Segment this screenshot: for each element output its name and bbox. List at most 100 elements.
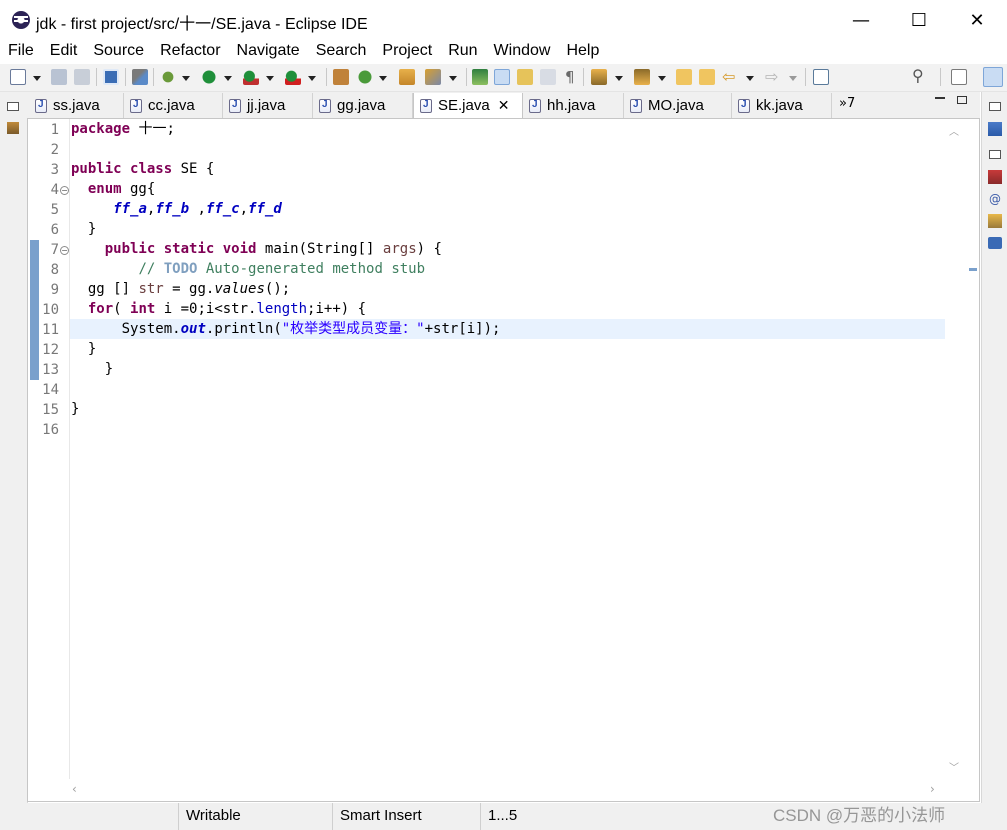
eclipse-logo-icon [12, 11, 30, 29]
forward-history-icon[interactable] [699, 69, 715, 85]
line-number: 4 [50, 182, 59, 198]
new-java-class-dropdown-icon[interactable] [379, 76, 387, 81]
scroll-up-icon[interactable]: ︿ [949, 123, 959, 138]
open-perspective-icon[interactable] [951, 69, 967, 85]
restore-icon[interactable] [989, 102, 1001, 111]
back-dropdown-icon[interactable] [746, 76, 754, 81]
tab-overflow-button[interactable]: »7 [839, 96, 855, 111]
maximize-button[interactable]: ☐ [890, 0, 948, 40]
previous-edit-location-icon[interactable] [634, 69, 650, 85]
tab-kk-java[interactable]: kk.java [732, 93, 832, 118]
debug-dropdown-icon[interactable] [182, 76, 190, 81]
next-edit-dropdown-icon[interactable] [615, 76, 623, 81]
code-editor[interactable]: package 十一; public class SE { enum gg{ f… [70, 119, 945, 779]
cursor-position-status: 1...5 [480, 803, 560, 830]
save-icon[interactable] [51, 69, 67, 85]
tab-label: hh.java [547, 97, 596, 114]
back-arrow-icon[interactable]: ⇦ [722, 67, 735, 86]
toolbar-separator [125, 68, 126, 86]
menu-search[interactable]: Search [308, 40, 375, 64]
tab-ss-java[interactable]: ss.java [29, 93, 124, 118]
menu-refactor[interactable]: Refactor [152, 40, 228, 64]
next-edit-location-icon[interactable] [591, 69, 607, 85]
restore-icon[interactable] [7, 102, 19, 111]
maximize-editor-icon[interactable] [957, 96, 967, 104]
tab-mo-java[interactable]: MO.java [624, 93, 732, 118]
code-line-7: public static void main(String[] args) { [104, 241, 442, 257]
scroll-right-icon[interactable]: › [930, 782, 935, 796]
tab-cc-java[interactable]: cc.java [124, 93, 223, 118]
menu-window[interactable]: Window [486, 40, 559, 64]
fold-collapse-icon[interactable]: − [60, 246, 69, 255]
line-number: 16 [42, 422, 59, 438]
menu-help[interactable]: Help [558, 40, 607, 64]
search-tools-icon[interactable] [425, 69, 441, 85]
new-dropdown-icon[interactable] [33, 76, 41, 81]
toggle-mark-occurrences-icon[interactable] [494, 69, 510, 85]
new-java-class-icon[interactable] [357, 69, 373, 85]
tab-se-java[interactable]: SE.java ✕ [413, 93, 523, 118]
pin-editor-icon[interactable] [813, 69, 829, 85]
open-type-icon[interactable] [399, 69, 415, 85]
coverage-dropdown-icon[interactable] [266, 76, 274, 81]
declaration-icon[interactable] [988, 214, 1002, 228]
search-tools-dropdown-icon[interactable] [449, 76, 457, 81]
menu-source[interactable]: Source [85, 40, 152, 64]
search-icon[interactable]: ⚲ [912, 66, 924, 85]
terminal-icon[interactable] [103, 69, 119, 85]
code-line-4: enum gg{ [87, 181, 156, 197]
fold-collapse-icon[interactable]: − [60, 186, 69, 195]
line-number: 13 [42, 362, 59, 378]
menu-file[interactable]: File [0, 40, 42, 64]
run-dropdown-icon[interactable] [224, 76, 232, 81]
last-edit-location-icon[interactable] [676, 69, 692, 85]
toggle-word-wrap-icon[interactable] [517, 69, 533, 85]
javadoc-icon[interactable]: @ [989, 192, 1001, 206]
debug-icon[interactable] [160, 69, 176, 85]
window-title: jdk - first project/src/十一/SE.java - Ecl… [36, 16, 368, 33]
tab-jj-java[interactable]: jj.java [223, 93, 313, 118]
java-perspective-icon[interactable] [983, 67, 1003, 87]
menu-navigate[interactable]: Navigate [229, 40, 308, 64]
toolbar-separator [153, 68, 154, 86]
close-button[interactable]: ✕ [948, 0, 1006, 40]
console-icon[interactable] [988, 237, 1002, 249]
annotation-ruler [28, 119, 40, 779]
show-whitespace-icon[interactable]: ¶ [565, 68, 575, 86]
minimize-button[interactable]: — [832, 0, 890, 40]
skip-breakpoints-icon[interactable] [132, 69, 148, 85]
java-file-icon [738, 98, 750, 113]
forward-arrow-icon[interactable]: ⇨ [765, 67, 778, 86]
coverage-icon[interactable] [243, 69, 259, 85]
menu-project[interactable]: Project [374, 40, 440, 64]
previous-edit-dropdown-icon[interactable] [658, 76, 666, 81]
restore-icon[interactable] [989, 150, 1001, 159]
menu-run[interactable]: Run [440, 40, 485, 64]
tab-hh-java[interactable]: hh.java [523, 93, 624, 118]
save-all-icon[interactable] [74, 69, 90, 85]
external-tools-icon[interactable] [285, 69, 301, 85]
menu-edit[interactable]: Edit [42, 40, 86, 64]
tab-gg-java[interactable]: gg.java [313, 93, 413, 118]
vertical-scrollbar[interactable]: ︿ ﹀ [945, 119, 963, 779]
horizontal-scrollbar[interactable]: ‹ › [70, 780, 945, 800]
next-annotation-icon[interactable] [472, 69, 488, 85]
run-icon[interactable] [201, 69, 217, 85]
minimize-editor-icon[interactable] [935, 97, 945, 99]
package-explorer-icon[interactable] [7, 122, 19, 134]
forward-dropdown-icon[interactable] [789, 76, 797, 81]
line-number: 11 [42, 322, 59, 338]
scroll-down-icon[interactable]: ﹀ [949, 759, 959, 774]
overview-marker[interactable] [969, 268, 977, 271]
new-icon[interactable] [10, 69, 26, 85]
external-tools-dropdown-icon[interactable] [308, 76, 316, 81]
new-java-project-icon[interactable] [333, 69, 349, 85]
outline-icon[interactable] [988, 122, 1002, 136]
left-trim-bar [0, 92, 28, 830]
problems-icon[interactable] [988, 170, 1002, 184]
tab-label: MO.java [648, 97, 704, 114]
close-tab-icon[interactable]: ✕ [498, 97, 510, 114]
scroll-left-icon[interactable]: ‹ [72, 782, 77, 796]
block-selection-icon[interactable] [540, 69, 556, 85]
code-line-3: public class SE { [71, 161, 215, 177]
